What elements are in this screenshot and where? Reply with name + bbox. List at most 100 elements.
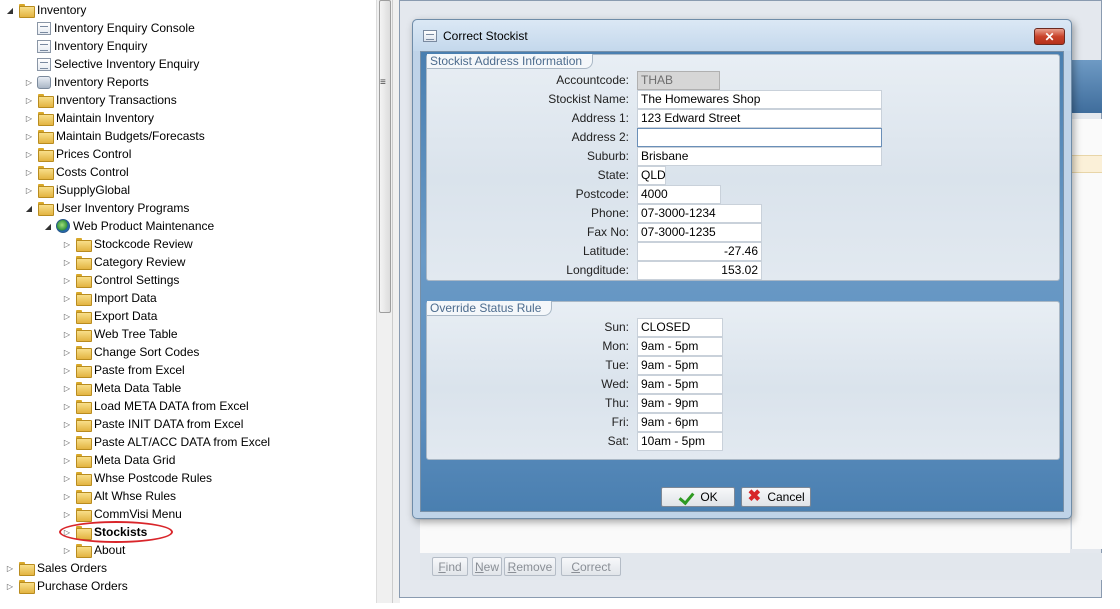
longditude-input[interactable]: 153.02	[637, 261, 762, 280]
collapsed-arrow-icon[interactable]: ▷	[61, 436, 73, 448]
background-grid-selected-row[interactable]	[1071, 155, 1102, 173]
tree-item-prices-control[interactable]: ▷ Prices Control	[23, 145, 131, 163]
mon-status-input[interactable]: 9am - 5pm	[637, 337, 723, 356]
collapsed-arrow-icon[interactable]: ▷	[61, 364, 73, 376]
latitude-input[interactable]: -27.46	[637, 242, 762, 261]
tree-item-paste-alt-acc-data-from-excel[interactable]: ▷ Paste ALT/ACC DATA from Excel	[61, 433, 270, 451]
collapsed-arrow-icon[interactable]: ▷	[61, 508, 73, 520]
tree-item-meta-data-grid[interactable]: ▷ Meta Data Grid	[61, 451, 175, 469]
collapsed-arrow-icon[interactable]: ▷	[61, 346, 73, 358]
background-panel	[420, 520, 1070, 553]
tree-item-costs-control[interactable]: ▷ Costs Control	[23, 163, 129, 181]
label-suburb: Suburb:	[586, 149, 629, 163]
tree-item-control-settings[interactable]: ▷ Control Settings	[61, 271, 179, 289]
override-status-group: Override Status Rule Sun: CLOSED Mon: 9am -…	[426, 301, 1060, 460]
address-1-input[interactable]: 123 Edward Street	[637, 109, 882, 128]
background-find-button[interactable]: Find	[432, 557, 468, 576]
tue-status-input[interactable]: 9am - 5pm	[637, 356, 723, 375]
tree-item-stockcode-review[interactable]: ▷ Stockcode Review	[61, 235, 193, 253]
background-remove-button[interactable]: Remove	[504, 557, 556, 576]
background-new-button[interactable]: New	[472, 557, 502, 576]
collapsed-arrow-icon[interactable]: ▷	[61, 490, 73, 502]
collapsed-arrow-icon[interactable]: ▷	[23, 76, 35, 88]
fax-no-input[interactable]: 07-3000-1235	[637, 223, 762, 242]
expanded-arrow-icon[interactable]: ◢	[4, 4, 16, 16]
collapsed-arrow-icon[interactable]: ▷	[61, 328, 73, 340]
tree-item-inventory-enquiry[interactable]: Inventory Enquiry	[23, 37, 147, 55]
splitter-grip-icon[interactable]: ≡	[380, 77, 386, 88]
phone-input[interactable]: 07-3000-1234	[637, 204, 762, 223]
tree-item-label: Purchase Orders	[37, 579, 128, 593]
collapsed-arrow-icon[interactable]: ▷	[61, 454, 73, 466]
tree-item-export-data[interactable]: ▷ Export Data	[61, 307, 157, 325]
tree-item-inventory[interactable]: ◢ Inventory	[4, 1, 86, 19]
tree-item-label: Meta Data Table	[94, 381, 182, 395]
address-2-input[interactable]	[637, 128, 882, 147]
collapsed-arrow-icon[interactable]: ▷	[4, 580, 16, 592]
fri-status-input[interactable]: 9am - 6pm	[637, 413, 723, 432]
label-address-1: Address 1:	[571, 111, 629, 125]
tree-item-web-tree-table[interactable]: ▷ Web Tree Table	[61, 325, 178, 343]
tree-item-label: Export Data	[94, 309, 158, 323]
wed-status-input[interactable]: 9am - 5pm	[637, 375, 723, 394]
postcode-input[interactable]: 4000	[637, 185, 721, 204]
collapsed-arrow-icon[interactable]: ▷	[61, 310, 73, 322]
suburb-input[interactable]: Brisbane	[637, 147, 882, 166]
tree-item-load-meta-data-from-excel[interactable]: ▷ Load META DATA from Excel	[61, 397, 249, 415]
tree-item-label: Paste ALT/ACC DATA from Excel	[94, 435, 271, 449]
tree-item-alt-whse-rules[interactable]: ▷ Alt Whse Rules	[61, 487, 176, 505]
tree-scrollbar-thumb[interactable]	[379, 0, 391, 313]
sat-status-input[interactable]: 10am - 5pm	[637, 432, 723, 451]
cancel-button[interactable]: ✖ Cancel	[741, 487, 811, 507]
tree-item-import-data[interactable]: ▷ Import Data	[61, 289, 157, 307]
collapsed-arrow-icon[interactable]: ▷	[61, 544, 73, 556]
sun-status-input[interactable]: CLOSED	[637, 318, 723, 337]
state-input[interactable]: QLD	[637, 166, 666, 185]
tree-item-user-inventory-programs[interactable]: ◢ User Inventory Programs	[23, 199, 189, 217]
tree-item-selective-inventory-enquiry[interactable]: Selective Inventory Enquiry	[23, 55, 199, 73]
dialog-titlebar[interactable]: Correct Stockist ✕	[413, 20, 1071, 51]
collapsed-arrow-icon[interactable]: ▷	[4, 562, 16, 574]
tree-item-maintain-inventory[interactable]: ▷ Maintain Inventory	[23, 109, 154, 127]
collapsed-arrow-icon[interactable]: ▷	[61, 400, 73, 412]
collapsed-arrow-icon[interactable]: ▷	[61, 472, 73, 484]
tree-item-paste-init-data-from-excel[interactable]: ▷ Paste INIT DATA from Excel	[61, 415, 243, 433]
ok-button[interactable]: OK	[661, 487, 735, 507]
close-button[interactable]: ✕	[1034, 28, 1065, 45]
collapsed-arrow-icon[interactable]: ▷	[23, 184, 35, 196]
collapsed-arrow-icon[interactable]: ▷	[23, 112, 35, 124]
collapsed-arrow-icon[interactable]: ▷	[61, 256, 73, 268]
tree-item-paste-from-excel[interactable]: ▷ Paste from Excel	[61, 361, 185, 379]
collapsed-arrow-icon[interactable]: ▷	[61, 238, 73, 250]
collapsed-arrow-icon[interactable]: ▷	[23, 166, 35, 178]
collapsed-arrow-icon[interactable]: ▷	[61, 418, 73, 430]
tree-item-meta-data-table[interactable]: ▷ Meta Data Table	[61, 379, 181, 397]
collapsed-arrow-icon[interactable]: ▷	[23, 148, 35, 160]
collapsed-arrow-icon[interactable]: ▷	[23, 130, 35, 142]
expanded-arrow-icon[interactable]: ◢	[42, 220, 54, 232]
tree-scrollbar[interactable]	[376, 0, 392, 603]
collapsed-arrow-icon[interactable]: ▷	[61, 382, 73, 394]
tree-item-label: Load META DATA from Excel	[94, 399, 249, 413]
tree-item-inventory-reports[interactable]: ▷ Inventory Reports	[23, 73, 149, 91]
collapsed-arrow-icon[interactable]: ▷	[23, 94, 35, 106]
tree-item-purchase-orders[interactable]: ▷ Purchase Orders	[4, 577, 128, 595]
collapsed-arrow-icon[interactable]: ▷	[61, 274, 73, 286]
tree-item-category-review[interactable]: ▷ Category Review	[61, 253, 185, 271]
stockist-name-input[interactable]: The Homewares Shop	[637, 90, 882, 109]
tree-item-about[interactable]: ▷ About	[61, 541, 125, 559]
collapsed-arrow-icon[interactable]: ▷	[61, 292, 73, 304]
tree-item-inventory-enquiry-console[interactable]: Inventory Enquiry Console	[23, 19, 195, 37]
background-correct-button[interactable]: Correct	[561, 557, 621, 576]
tree-item-isupplyglobal[interactable]: ▷ iSupplyGlobal	[23, 181, 130, 199]
expanded-arrow-icon[interactable]: ◢	[23, 202, 35, 214]
tree-item-sales-orders[interactable]: ▷ Sales Orders	[4, 559, 107, 577]
tree-item-maintain-budgets-forecasts[interactable]: ▷ Maintain Budgets/Forecasts	[23, 127, 205, 145]
tree-item-web-product-maintenance[interactable]: ◢ Web Product Maintenance	[42, 217, 214, 235]
tree-item-change-sort-codes[interactable]: ▷ Change Sort Codes	[61, 343, 199, 361]
tree-item-whse-postcode-rules[interactable]: ▷ Whse Postcode Rules	[61, 469, 212, 487]
tree-item-inventory-transactions[interactable]: ▷ Inventory Transactions	[23, 91, 177, 109]
thu-status-input[interactable]: 9am - 9pm	[637, 394, 723, 413]
